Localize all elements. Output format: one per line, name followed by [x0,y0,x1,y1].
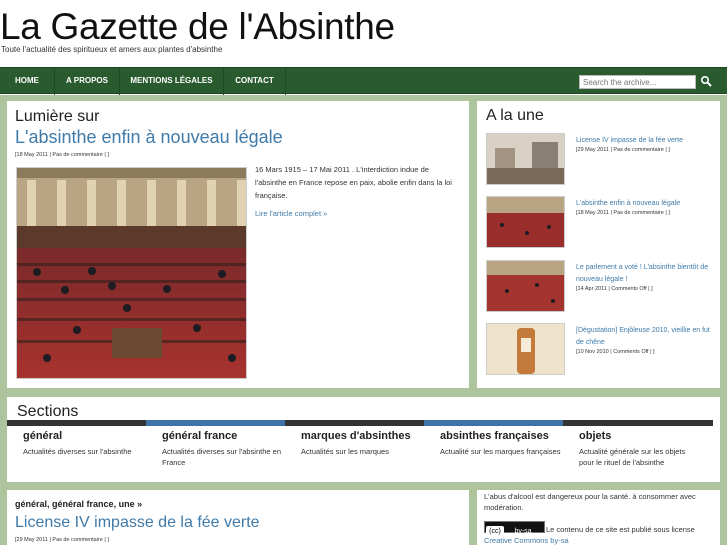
section-desc: Actualités diverses sur l'absinthe en Fr… [162,447,281,467]
section-bar [563,420,713,426]
section-name[interactable]: général [23,430,62,442]
section-bar [146,420,294,426]
section-bar [7,420,155,426]
search-input[interactable] [579,75,696,89]
category-link-general[interactable]: général [15,499,47,509]
une-meta-2: [18 May 2011 | Pas de commentaire | ] [576,210,670,216]
section-absinthes-francaises[interactable]: absinthes françaises Actualité sur les m… [424,420,572,475]
search-icon[interactable] [700,75,712,87]
section-desc: Actualités sur les marques [301,447,389,456]
creative-commons-badge[interactable]: (cc) by-sa [484,521,545,535]
section-bar [424,420,572,426]
section-desc: Actualité générale sur les objets pour l… [579,447,686,467]
nav-item-contact[interactable]: CONTACT [224,68,286,95]
nav-item-mentions-legales[interactable]: MENTIONS LÉGALES [120,68,224,95]
cc-text: Le contenu de ce site est publié sous li… [546,525,695,534]
featured-meta: [18 May 2011 | Pas de commentaire | ] [15,152,109,158]
cc-license-link[interactable]: Creative Commons by-sa [484,536,569,545]
une-thumb-4[interactable] [486,323,565,375]
section-desc: Actualité sur les marques françaises [440,447,561,456]
svg-text:(cc): (cc) [489,528,501,535]
section-general-france[interactable]: général france Actualités diverses sur l… [146,420,294,475]
une-thumb-2[interactable] [486,196,565,248]
category-link-une[interactable]: une [119,499,135,509]
une-title-2[interactable]: L'absinthe enfin à nouveau légale [576,198,716,210]
alcohol-warning: L'abus d'alcool est dangereux pour la sa… [484,492,696,512]
section-name[interactable]: absinthes françaises [440,430,549,442]
sections-heading: Sections [17,403,79,420]
featured-heading: Lumière sur [15,108,100,125]
nav-item-a-propos[interactable]: A PROPOS [55,68,120,95]
post-categories: général, général france, une » [15,499,143,509]
post-title-link[interactable]: License IV impasse de la fée verte [15,514,260,532]
nav-item-home[interactable]: HOME [0,68,55,95]
featured-excerpt: 16 Mars 1915 – 17 Mai 2011 . L'interdict… [255,165,452,200]
bar-interior-image [487,134,564,184]
une-title-3[interactable]: Le parlement a voté ! L'absinthe bientôt… [576,262,716,286]
assembly-thumb-image [487,197,564,247]
une-heading: A la une [486,107,544,124]
section-bar [285,420,433,426]
category-link-general-france[interactable]: général france [52,499,114,509]
section-name[interactable]: marques d'absinthes [301,430,411,442]
section-name[interactable]: objets [579,430,611,442]
site-tagline: Toute l'actualité des spiritueux et amer… [1,45,223,54]
cc-badge-label: by-sa [514,528,531,535]
featured-comments-link[interactable]: Pas de commentaire [52,152,102,158]
main-navbar: HOME A PROPOS MENTIONS LÉGALES CONTACT [0,67,727,95]
une-meta-3: [14 Apr 2011 | Comments Off | ] [576,286,653,292]
section-objets[interactable]: objets Actualité générale sur les objets… [563,420,713,475]
une-thumb-1[interactable] [486,133,565,185]
une-meta-4: [10 Nov 2010 | Comments Off | ] [576,349,655,355]
featured-title-link[interactable]: L'absinthe enfin à nouveau légale [15,127,283,148]
section-desc: Actualités diverses sur l'absinthe [23,447,132,456]
parliament-thumb-image [487,261,564,311]
une-meta-1: [29 May 2011 | Pas de commentaire | ] [576,147,670,153]
une-thumb-3[interactable] [486,260,565,312]
une-title-1[interactable]: License IV impasse de la fée verte [576,135,716,147]
section-marques[interactable]: marques d'absinthes Actualités sur les m… [285,420,433,475]
post-meta: [29 May 2011 | Pas de commentaire | ] [15,537,109,543]
featured-photo[interactable] [16,167,247,379]
section-name[interactable]: général france [162,430,237,442]
site-title[interactable]: La Gazette de l'Absinthe [0,6,395,48]
tasting-bottle-image [487,324,564,374]
une-title-4[interactable]: [Dégustation] Enjôleuse 2010, vieillie e… [576,325,716,349]
read-more-link[interactable]: Lire l'article complet » [255,209,327,218]
section-general[interactable]: général Actualités diverses sur l'absint… [7,420,155,475]
assembly-photo-image [17,168,246,378]
cc-icon: (cc) by-sa [486,526,532,535]
